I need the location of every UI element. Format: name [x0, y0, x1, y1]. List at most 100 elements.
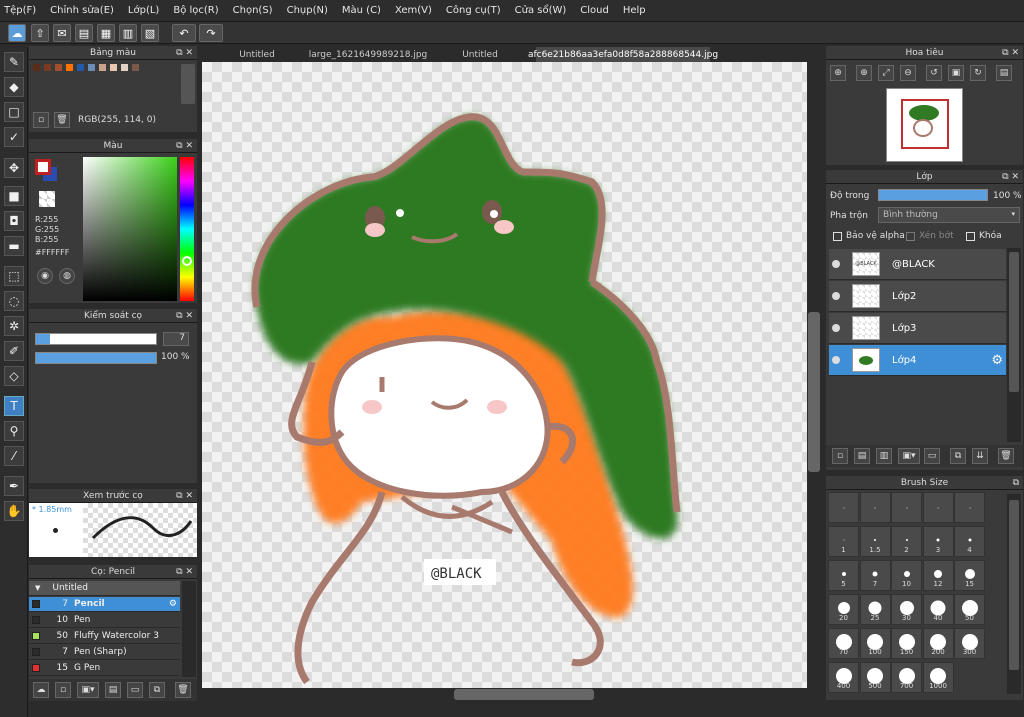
brush-list-scrollbar[interactable]	[182, 581, 196, 677]
duplicate-brush-icon[interactable]: ⧉	[149, 682, 165, 698]
layer-visibility-icon[interactable]	[832, 260, 840, 268]
hand-tool-icon[interactable]: ✋	[4, 501, 24, 521]
layer-visibility-icon[interactable]	[832, 292, 840, 300]
foreground-color-swatch[interactable]	[35, 159, 51, 175]
palette-swatch[interactable]	[55, 64, 62, 71]
text-tool-icon[interactable]: T	[4, 396, 24, 416]
brush-row[interactable]: 10 Pen	[29, 613, 180, 628]
palette-swatch[interactable]	[33, 64, 40, 71]
brush-folder-icon[interactable]: ▭	[127, 682, 143, 698]
menu-item[interactable]: Chọn(S)	[233, 5, 273, 16]
delete-swatch-icon[interactable]: 🗑	[54, 112, 70, 128]
brush-size-cell[interactable]: 30	[891, 594, 922, 625]
flip-icon[interactable]: ▤	[996, 65, 1012, 81]
palette-swatch[interactable]	[110, 64, 117, 71]
eyedropper-tool-icon[interactable]: ✒	[4, 476, 24, 496]
zoom-in-icon[interactable]: ⊕	[830, 65, 846, 81]
blend-mode-select[interactable]: Bình thường ▾	[878, 207, 1020, 223]
color-wheel-icon[interactable]: ◉	[37, 268, 53, 284]
panel-close-icon[interactable]: ⧉ ✕	[176, 491, 193, 501]
panel-close-icon[interactable]: ⧉ ✕	[176, 48, 193, 58]
brush-size-cell[interactable]: 50	[954, 594, 985, 625]
palette-swatch[interactable]	[77, 64, 84, 71]
rotate-right-icon[interactable]: ↻	[970, 65, 986, 81]
new-layer-3-icon[interactable]: ▥	[876, 448, 892, 464]
lock-checkbox[interactable]	[966, 232, 975, 241]
palette-swatch[interactable]	[99, 64, 106, 71]
group-collapse-icon[interactable]: ▼	[35, 584, 40, 592]
brush-size-cell[interactable]: 5	[828, 560, 859, 591]
canvas-vscroll-thumb[interactable]	[808, 312, 820, 472]
brush-size-scrollbar-thumb[interactable]	[1009, 500, 1019, 670]
canvas-hscroll-thumb[interactable]	[454, 689, 594, 700]
select-eraser-tool-icon[interactable]: ◇	[4, 366, 24, 386]
gear-icon[interactable]: ⚙	[991, 353, 1003, 368]
menu-item[interactable]: Chụp(N)	[287, 5, 328, 16]
layer-visibility-icon[interactable]	[832, 324, 840, 332]
new-swatch-icon[interactable]: ▫	[33, 112, 49, 128]
panel-close-icon[interactable]: ⧉ ✕	[176, 141, 193, 151]
palette-swatch[interactable]	[132, 64, 139, 71]
brush-size-cell[interactable]: 25	[859, 594, 891, 625]
text-box-icon[interactable]: ▤	[75, 24, 93, 42]
brush-size-cell[interactable]	[891, 492, 922, 523]
brush-size-cell[interactable]: 3	[922, 526, 954, 557]
panel-close-icon[interactable]: ⧉ ✕	[176, 567, 193, 577]
brush-size-cell[interactable]: 12	[922, 560, 954, 591]
panel-close-icon[interactable]: ⧉ ✕	[1002, 48, 1019, 58]
brush-size-cell[interactable]: 70	[828, 628, 859, 659]
operation-tool-icon[interactable]: ⚲	[4, 421, 24, 441]
redo-icon[interactable]: ↷	[199, 24, 223, 42]
brush-size-cell[interactable]: 1000	[922, 662, 954, 693]
brush-row[interactable]: 15 G Pen	[29, 661, 180, 676]
protect-alpha-checkbox[interactable]	[833, 232, 842, 241]
tab-large-jpg[interactable]: large_1621649989218.jpg	[309, 47, 428, 62]
brush-size-cell[interactable]: 700	[891, 662, 922, 693]
brush-size-cell[interactable]	[828, 492, 859, 523]
layers-scrollbar[interactable]	[1007, 248, 1021, 442]
rectangle-tool-icon[interactable]: □	[4, 102, 24, 122]
undo-icon[interactable]: ↶	[172, 24, 196, 42]
menu-item[interactable]: Chỉnh sửa(E)	[50, 5, 114, 16]
gradient-tool-icon[interactable]: ▬	[4, 236, 24, 256]
brush-row[interactable]: 7 Pen (Sharp)	[29, 645, 180, 660]
new-layer-icon[interactable]: ▫	[832, 448, 848, 464]
check-tool-icon[interactable]: ✓	[4, 127, 24, 147]
cloud-brush-icon[interactable]: ☁	[33, 682, 49, 698]
move-tool-icon[interactable]: ✥	[4, 158, 24, 178]
new-brush-icon[interactable]: ▫	[55, 682, 71, 698]
hue-slider-handle[interactable]	[182, 256, 192, 266]
tab-afc6-jpg[interactable]: afc6e21b86aa3efa0d8f58a288868544.jpg	[528, 47, 718, 62]
color-mix-icon[interactable]: ◍	[59, 268, 75, 284]
layer-opacity-slider[interactable]	[878, 189, 988, 201]
layer-folder-icon[interactable]: ▭	[924, 448, 940, 464]
layer-row[interactable]: Lớp4 ⚙	[829, 345, 1006, 376]
brush-size-value[interactable]: 7	[163, 332, 189, 346]
panel-close-icon[interactable]: ⧉ ✕	[1002, 172, 1019, 182]
menu-item[interactable]: Help	[623, 5, 646, 16]
panel-close-icon[interactable]: ⧉	[1013, 478, 1019, 488]
brush-size-cell[interactable]: 2	[891, 526, 922, 557]
transparent-color-swatch[interactable]	[39, 191, 55, 207]
add-layer-menu-icon[interactable]: ▣▾	[898, 448, 920, 464]
brush-size-cell[interactable]	[954, 492, 985, 523]
layout-icon[interactable]: ▧	[141, 24, 159, 42]
rotate-left-icon[interactable]: ↺	[926, 65, 942, 81]
brush-group-row[interactable]: ▼ Untitled	[29, 581, 180, 596]
duplicate-layer-icon[interactable]: ⧉	[950, 448, 966, 464]
tab-untitled-1[interactable]: Untitled	[202, 47, 312, 62]
canvas-vscroll[interactable]	[807, 62, 822, 688]
gear-icon[interactable]: ⚙	[169, 599, 177, 609]
drawing-canvas[interactable]: @BLACK	[202, 62, 807, 688]
brush-size-slider[interactable]	[35, 333, 157, 345]
menu-item[interactable]: Công cụ(T)	[446, 5, 501, 16]
palette-swatch[interactable]	[121, 64, 128, 71]
lasso-tool-icon[interactable]: ◌	[4, 291, 24, 311]
zoom-out-icon[interactable]: ⊖	[900, 65, 916, 81]
clipping-checkbox[interactable]	[906, 232, 915, 241]
panel-close-icon[interactable]: ⧉ ✕	[176, 311, 193, 321]
brush-size-cell[interactable]	[922, 492, 954, 523]
select-rect-tool-icon[interactable]: ⬚	[4, 266, 24, 286]
menu-item[interactable]: Bộ lọc(R)	[173, 5, 218, 16]
magic-wand-tool-icon[interactable]: ✲	[4, 316, 24, 336]
